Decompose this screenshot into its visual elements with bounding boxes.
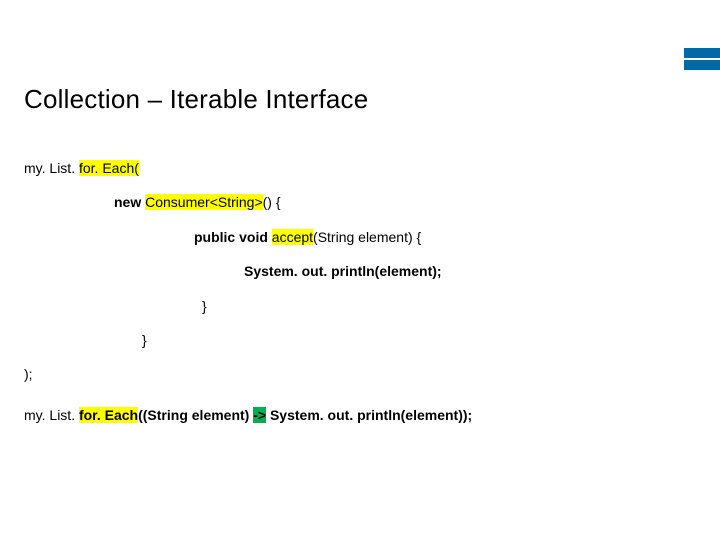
code-text: ((String element) xyxy=(138,407,253,423)
code-bold: for. Each xyxy=(79,407,138,423)
code-keyword-public-void: public void xyxy=(194,229,272,245)
slide-content: Collection – Iterable Interface my. List… xyxy=(0,0,720,426)
code-brace: } xyxy=(202,298,207,314)
code-text: System. out. println(element); xyxy=(244,263,442,279)
code-line-2: new Consumer<String>() { xyxy=(24,191,696,213)
code-line-7: ); xyxy=(24,363,696,385)
code-text: ); xyxy=(24,366,33,382)
code-line-6: } xyxy=(24,329,696,351)
brand-logo xyxy=(684,48,720,70)
code-line-1: my. List. for. Each( xyxy=(24,157,696,179)
code-text: (String element) { xyxy=(313,229,421,245)
code-line-5: } xyxy=(24,295,696,317)
code-line-3: public void accept(String element) { xyxy=(24,226,696,248)
highlight-foreach-2: for. Each xyxy=(79,407,138,423)
code-brace: } xyxy=(142,332,147,348)
code-text: my. List. xyxy=(24,160,79,176)
highlight-consumer: Consumer<String> xyxy=(145,194,263,210)
slide-title: Collection – Iterable Interface xyxy=(24,84,696,115)
code-text: () { xyxy=(263,194,281,210)
highlight-accept: accept xyxy=(272,229,313,245)
code-line-4: System. out. println(element); xyxy=(24,260,696,282)
code-line-8: my. List. for. Each((String element) -> … xyxy=(24,404,696,426)
code-text: System. out. println(element)); xyxy=(266,407,472,423)
code-text: my. List. xyxy=(24,407,79,423)
highlight-arrow: -> xyxy=(253,407,266,423)
code-keyword-new: new xyxy=(114,194,145,210)
code-block: my. List. for. Each( new Consumer<String… xyxy=(24,157,696,426)
highlight-foreach: for. Each( xyxy=(79,160,139,176)
arrow-op: -> xyxy=(253,407,266,423)
